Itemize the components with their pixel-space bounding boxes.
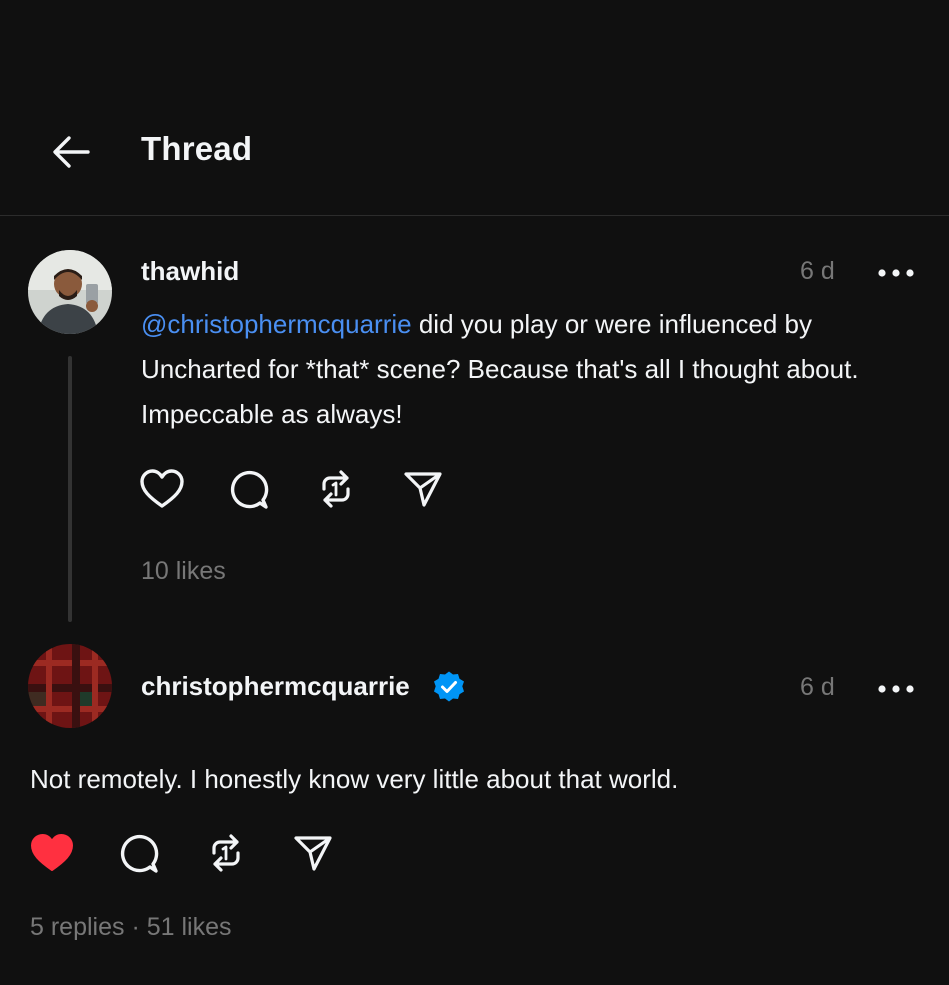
more-options-button[interactable] [873,674,919,704]
post-stats: 5 replies · 51 likes [30,913,232,942]
mention-link[interactable]: @christophermcquarrie [141,309,412,339]
post-stats: 10 likes [141,557,226,586]
more-horizontal-icon [878,685,914,693]
heart-icon [140,469,184,508]
share-button[interactable] [285,825,341,881]
more-options-button[interactable] [873,258,919,288]
arrow-left-icon [53,136,90,168]
post-body: @christophermcquarrie did you play or we… [141,302,911,437]
send-icon [294,836,332,871]
more-horizontal-icon [878,269,914,277]
post-text: Not remotely. I honestly know very littl… [30,764,679,794]
avatar-thawhid[interactable] [28,250,112,334]
verified-badge-icon [434,671,464,702]
repost-icon [212,834,240,872]
likes-count[interactable]: 51 likes [147,913,232,941]
avatar-christophermcquarrie[interactable] [28,644,112,728]
avatar-photo [28,250,112,334]
post-username[interactable]: christophermcquarrie [141,671,410,702]
post-timestamp: 6 d [800,257,835,285]
post-actions [134,461,482,517]
post-timestamp: 6 d [800,673,835,701]
thread-page: Thread thawhid 6 d @christophermcquarrie… [0,0,949,985]
like-button[interactable] [24,825,80,881]
post-username[interactable]: thawhid [141,256,239,287]
repost-button[interactable] [308,461,364,517]
reply-button[interactable] [111,825,167,881]
likes-count[interactable]: 10 likes [141,557,226,585]
share-button[interactable] [395,461,451,517]
heart-filled-icon [31,834,73,871]
like-button[interactable] [134,461,190,517]
header: Thread [0,0,949,216]
comment-icon [120,834,159,873]
stats-separator: · [131,913,140,941]
reply-button[interactable] [221,461,277,517]
repost-icon [322,470,350,508]
repost-button[interactable] [198,825,254,881]
page-title: Thread [141,130,253,167]
comment-icon [230,470,269,509]
back-button[interactable] [48,130,94,174]
send-icon [404,472,442,507]
post-actions [24,825,372,881]
avatar-photo [28,644,112,728]
thread-connector-line [68,356,72,622]
replies-count[interactable]: 5 replies [30,913,125,941]
